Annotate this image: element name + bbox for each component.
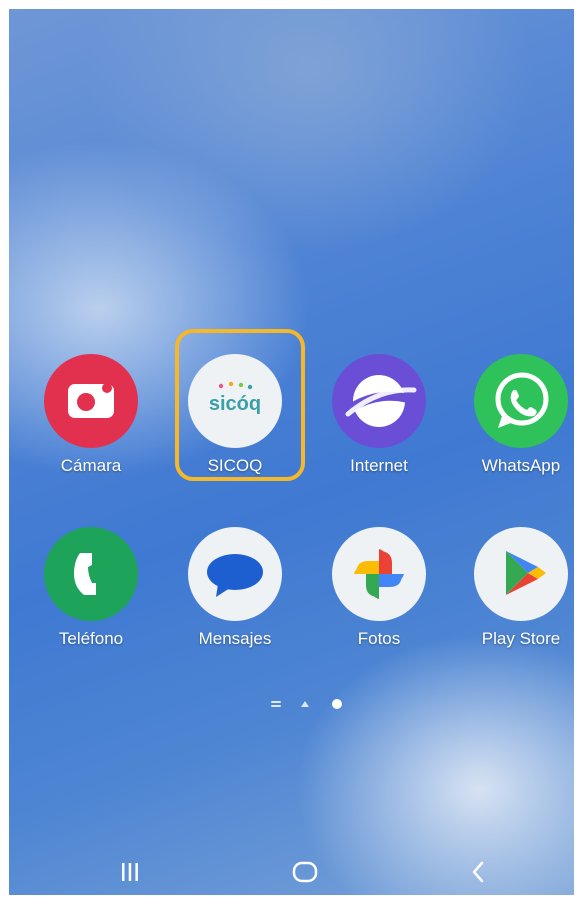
app-label: Play Store xyxy=(481,629,561,648)
app-play-store[interactable]: Play Store xyxy=(461,527,574,649)
app-fotos[interactable]: Fotos xyxy=(319,527,439,649)
app-label: Teléfono xyxy=(58,629,124,648)
sicoq-highlight-box xyxy=(175,329,305,481)
recents-button[interactable] xyxy=(100,849,160,895)
page-indicator-current-dot xyxy=(332,699,342,709)
page-indicator[interactable] xyxy=(263,697,353,711)
whatsapp-icon xyxy=(474,354,568,448)
messages-icon xyxy=(188,527,282,621)
app-label: Mensajes xyxy=(198,629,272,648)
app-internet[interactable]: Internet xyxy=(319,354,439,476)
samsung-internet-icon xyxy=(332,354,426,448)
home-button[interactable] xyxy=(275,849,335,895)
page-indicator-home-icon xyxy=(301,701,309,707)
app-mensajes[interactable]: Mensajes xyxy=(175,527,295,649)
app-label: WhatsApp xyxy=(481,456,561,475)
camera-icon xyxy=(44,354,138,448)
home-icon xyxy=(292,861,318,883)
app-label: Fotos xyxy=(357,629,401,648)
play-store-icon xyxy=(474,527,568,621)
home-screen: Cámara sicóq SICOQ Internet WhatsApp Tel… xyxy=(9,9,574,895)
google-photos-icon xyxy=(332,527,426,621)
navigation-bar xyxy=(9,849,574,895)
app-camara[interactable]: Cámara xyxy=(31,354,151,476)
app-label: Internet xyxy=(350,456,408,475)
app-label: Cámara xyxy=(60,456,122,475)
app-whatsapp[interactable]: WhatsApp xyxy=(461,354,574,476)
recents-icon xyxy=(122,863,138,881)
back-button[interactable] xyxy=(449,849,509,895)
app-telefono[interactable]: Teléfono xyxy=(31,527,151,649)
page-indicator-list-icon xyxy=(271,701,281,707)
phone-icon xyxy=(44,527,138,621)
back-icon xyxy=(472,861,484,883)
